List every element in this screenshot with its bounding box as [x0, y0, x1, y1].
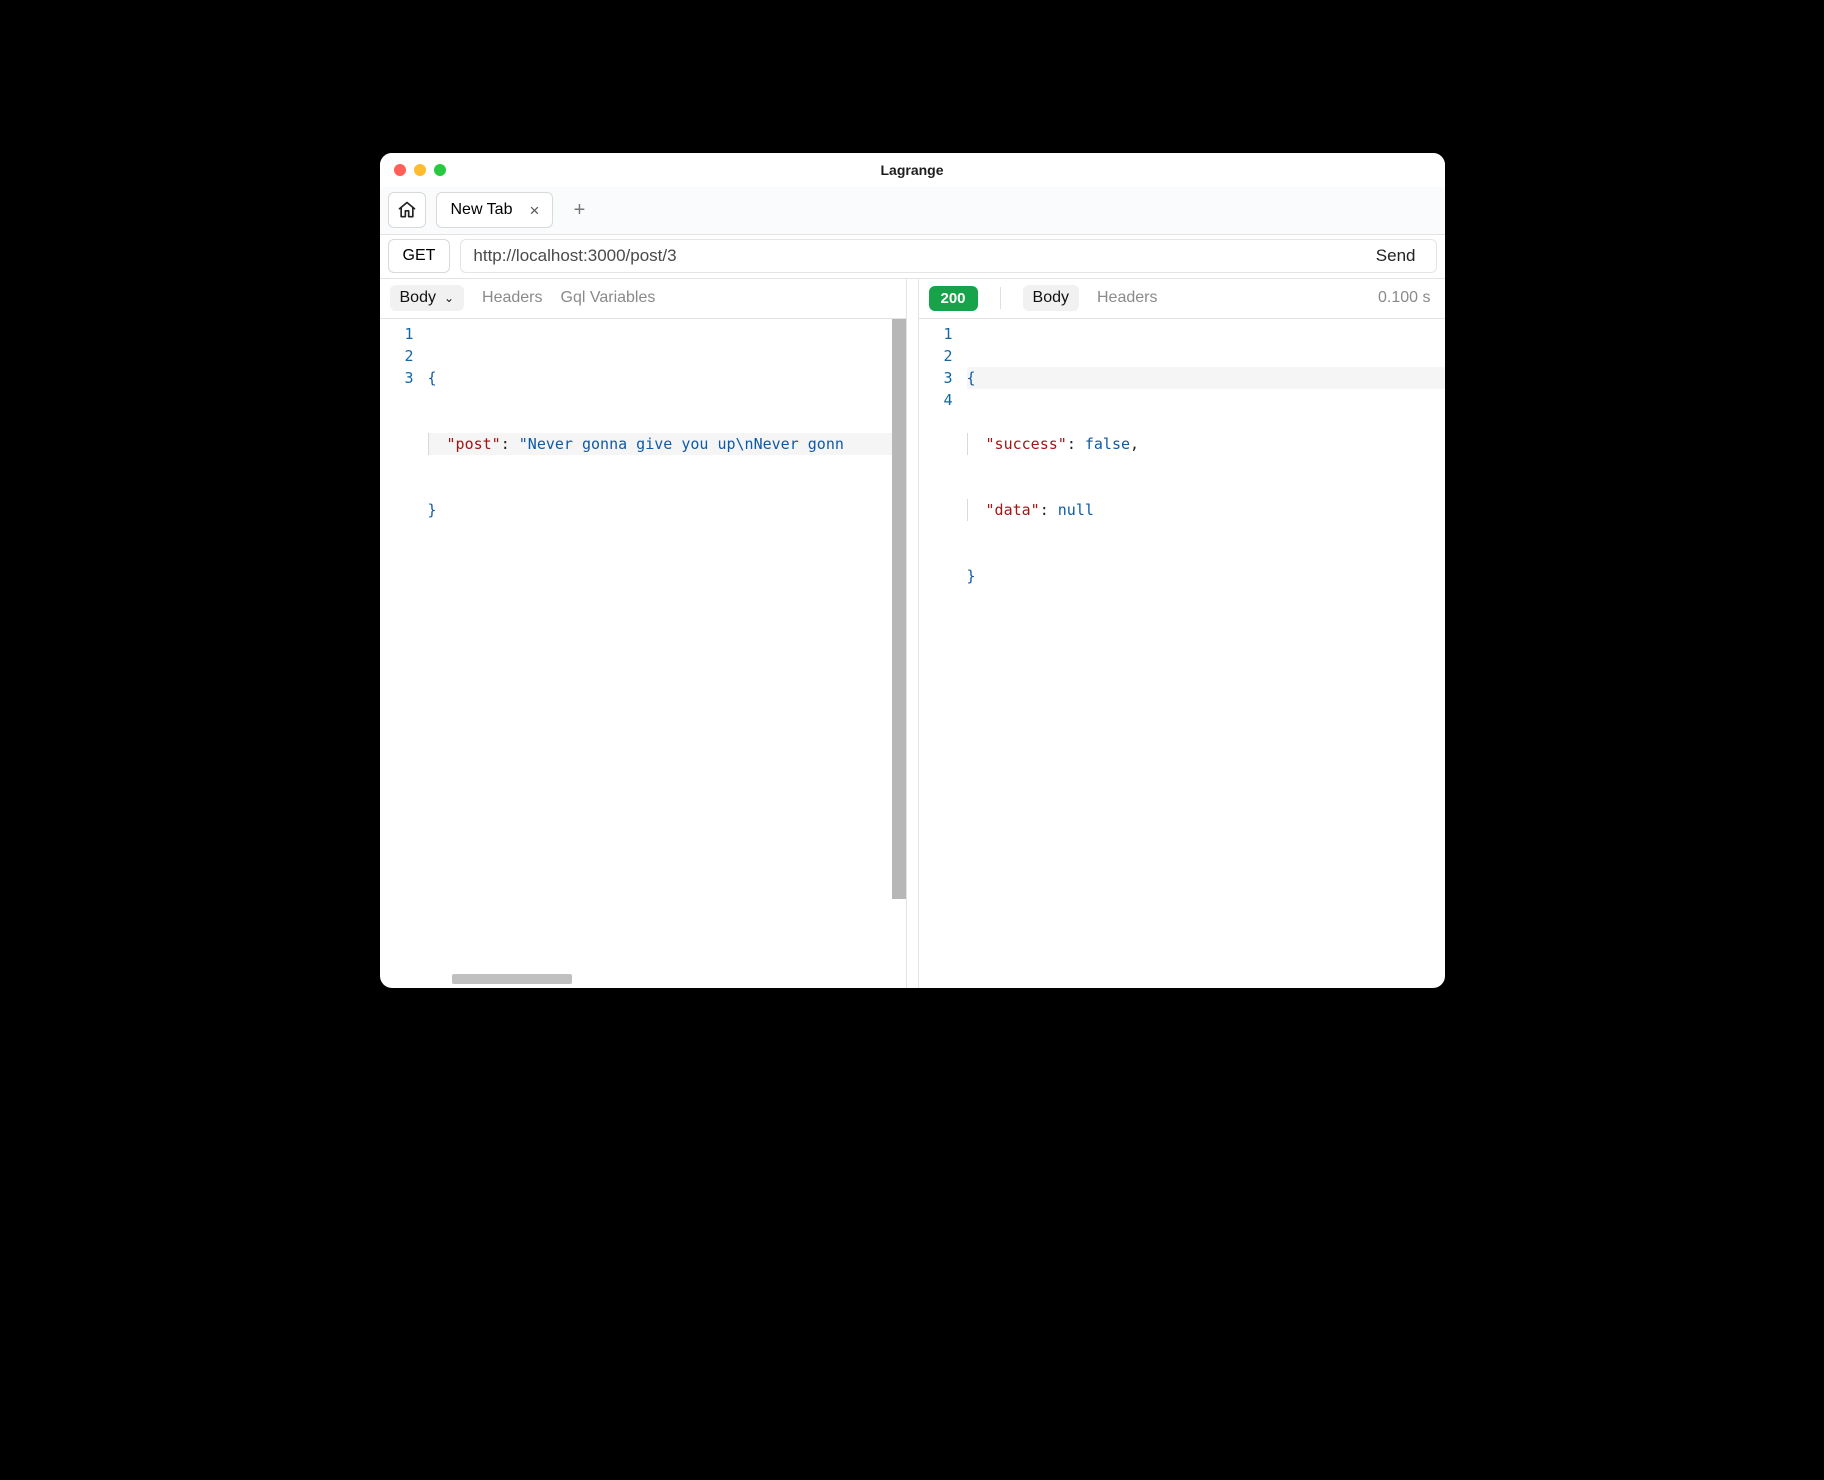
tabbar: New Tab × +: [380, 187, 1445, 235]
status-badge: 200: [929, 286, 978, 311]
token: }: [428, 501, 437, 519]
response-pane: 200 Body Headers 0.100 s 1 2 3 4 { "succ…: [919, 279, 1445, 988]
tab-label: New Tab: [451, 201, 513, 219]
home-icon: [397, 200, 417, 220]
token: ,: [1130, 435, 1139, 453]
pane-divider[interactable]: [907, 279, 919, 988]
send-button[interactable]: Send: [1372, 241, 1420, 271]
horizontal-scrollbar[interactable]: [380, 974, 906, 988]
minimize-icon[interactable]: [414, 164, 426, 176]
app-title: Lagrange: [380, 162, 1445, 178]
url-input[interactable]: [473, 246, 1359, 266]
code: { "success": false, "data": null }: [967, 319, 1445, 988]
tab-headers[interactable]: Headers: [482, 289, 542, 307]
token: "success": [986, 435, 1067, 453]
token: "data": [986, 501, 1040, 519]
home-button[interactable]: [388, 192, 426, 228]
close-icon[interactable]: [394, 164, 406, 176]
line-number: 3: [384, 367, 414, 389]
token: }: [967, 567, 976, 585]
request-pane: Body ⌄ Headers Gql Variables 1 2 3 { "po…: [380, 279, 907, 988]
response-pane-tabs: 200 Body Headers 0.100 s: [919, 279, 1445, 319]
line-number: 2: [384, 345, 414, 367]
token: :: [1067, 435, 1076, 453]
url-field-wrap: Send: [460, 239, 1436, 273]
http-method-selector[interactable]: GET: [388, 239, 451, 273]
token: {: [967, 369, 976, 387]
response-body-viewer[interactable]: 1 2 3 4 { "success": false, "data": null…: [919, 319, 1445, 988]
zoom-icon[interactable]: [434, 164, 446, 176]
gutter: 1 2 3 4: [919, 319, 967, 988]
line-number: 3: [923, 367, 953, 389]
line-number: 1: [384, 323, 414, 345]
titlebar: Lagrange: [380, 153, 1445, 187]
code[interactable]: { "post": "Never gonna give you up\nNeve…: [428, 319, 906, 974]
app-window: Lagrange New Tab × + GET Send Body ⌄ H: [380, 153, 1445, 988]
token: "post": [447, 435, 501, 453]
vertical-scrollbar[interactable]: [892, 319, 906, 899]
tab-gql-variables[interactable]: Gql Variables: [561, 289, 656, 307]
response-timing: 0.100 s: [1378, 289, 1430, 307]
line-number: 2: [923, 345, 953, 367]
token: :: [501, 435, 510, 453]
token: {: [428, 369, 437, 387]
request-body-editor[interactable]: 1 2 3 { "post": "Never gonna give you up…: [380, 319, 906, 974]
gutter: 1 2 3: [380, 319, 428, 974]
add-tab-button[interactable]: +: [563, 194, 595, 226]
tab-body-label: Body: [400, 289, 436, 307]
close-icon[interactable]: ×: [526, 202, 542, 218]
tab-body[interactable]: Body: [1023, 285, 1079, 311]
chevron-down-icon: ⌄: [444, 291, 454, 305]
token: :: [1040, 501, 1049, 519]
tab-headers[interactable]: Headers: [1097, 289, 1157, 307]
panes: Body ⌄ Headers Gql Variables 1 2 3 { "po…: [380, 279, 1445, 988]
divider: [1000, 287, 1001, 309]
tab-new[interactable]: New Tab ×: [436, 192, 554, 228]
line-number: 1: [923, 323, 953, 345]
token: null: [1049, 501, 1094, 519]
window-controls: [394, 164, 446, 176]
http-method-label: GET: [403, 247, 436, 265]
address-bar: GET Send: [380, 235, 1445, 279]
line-number: 4: [923, 389, 953, 411]
token: false: [1076, 435, 1130, 453]
request-pane-tabs: Body ⌄ Headers Gql Variables: [380, 279, 906, 319]
tab-body[interactable]: Body ⌄: [390, 285, 465, 311]
token: "Never gonna give you up\nNever gonn: [510, 435, 844, 453]
